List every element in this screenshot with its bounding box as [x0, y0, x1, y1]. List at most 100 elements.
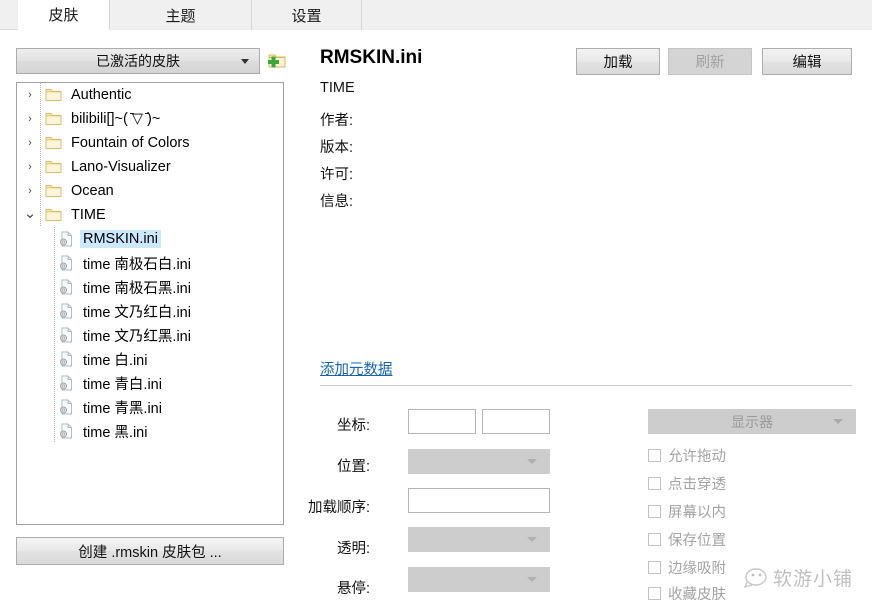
- tree-file-row[interactable]: time 文乃红黑.ini: [17, 323, 283, 347]
- edit-button[interactable]: 编辑: [762, 48, 852, 75]
- ini-file-icon: [59, 279, 74, 295]
- checkbox-keep-on-screen-label: 屏幕以内: [668, 504, 726, 521]
- display-monitor-value: 显示器: [731, 413, 773, 430]
- load-order-label: 加载顺序:: [307, 500, 370, 516]
- ini-file-icon: [59, 303, 74, 319]
- add-folder-button[interactable]: [264, 48, 290, 74]
- checkbox-snap-to-edges[interactable]: 边缘吸附: [648, 557, 726, 577]
- load-order-input[interactable]: [408, 488, 550, 513]
- skin-filter-value: 已激活的皮肤: [96, 53, 180, 69]
- tab-skins[interactable]: 皮肤: [18, 0, 110, 30]
- tree-row-label: Authentic: [71, 87, 132, 103]
- tab-themes[interactable]: 主题: [110, 0, 252, 30]
- chevron-right-icon[interactable]: ›: [23, 161, 37, 173]
- coordinate-y-input[interactable]: [482, 409, 550, 434]
- ini-file-icon: [59, 231, 74, 247]
- position-dropdown[interactable]: [408, 449, 550, 474]
- tree-file-row[interactable]: time 南极石黑.ini: [17, 275, 283, 299]
- on-hover-dropdown[interactable]: [408, 567, 550, 592]
- tab-settings[interactable]: 设置: [252, 0, 362, 30]
- tab-strip: 皮肤 主题 设置: [0, 0, 872, 30]
- skins-tree[interactable]: › Authentic › bilibili[]~( ̄▽ ̄)~ › Fountain …: [16, 82, 284, 525]
- ini-file-icon: [59, 327, 74, 343]
- coordinate-x-input[interactable]: [408, 409, 476, 434]
- chevron-down-icon: [241, 58, 249, 64]
- folder-icon: [45, 160, 62, 174]
- skins-page: 已激活的皮肤 › Authentic › bilibili[]~( ̄▽ ̄)~ › Fo…: [0, 30, 872, 603]
- tree-folder-row[interactable]: › Lano-Visualizer: [17, 155, 283, 179]
- tree-file-row[interactable]: time 青白.ini: [17, 371, 283, 395]
- ini-file-icon: [59, 399, 74, 415]
- chevron-down-icon[interactable]: ⌄: [23, 204, 37, 222]
- tree-row-label: time 青白.ini: [83, 376, 162, 393]
- tree-file-row[interactable]: time 青黑.ini: [17, 395, 283, 419]
- tree-connector: [37, 107, 45, 131]
- tree-connector: [37, 131, 45, 155]
- checkbox-box: [648, 532, 661, 546]
- tree-connector: [51, 347, 59, 371]
- folder-icon: [45, 112, 62, 126]
- chevron-right-icon[interactable]: ›: [23, 89, 37, 101]
- tree-row-label: TIME: [71, 207, 106, 223]
- checkbox-favorite-skin[interactable]: 收藏皮肤: [648, 583, 726, 603]
- chevron-right-icon[interactable]: ›: [23, 185, 37, 197]
- on-hover-label: 悬停:: [336, 581, 370, 597]
- tab-skins-label: 皮肤: [48, 7, 79, 24]
- refresh-button: 刷新: [668, 48, 752, 75]
- checkbox-box: [648, 586, 661, 600]
- folder-icon: [45, 88, 62, 102]
- tree-folder-row[interactable]: › Ocean: [17, 179, 283, 203]
- checkbox-box: [648, 476, 661, 490]
- tree-connector: [51, 275, 59, 299]
- tree-file-row[interactable]: time 南极石白.ini: [17, 251, 283, 275]
- tree-row-label: time 青黑.ini: [83, 400, 162, 417]
- skin-config-name: TIME: [320, 80, 355, 96]
- tree-row-label: time 黑.ini: [83, 424, 148, 441]
- tree-connector: [37, 83, 45, 107]
- checkbox-keep-on-screen[interactable]: 屏幕以内: [648, 501, 726, 521]
- checkbox-draggable[interactable]: 允许拖动: [648, 445, 726, 465]
- chevron-right-icon[interactable]: ›: [23, 113, 37, 125]
- folder-icon: [45, 184, 62, 198]
- tree-file-row[interactable]: time 黑.ini: [17, 419, 283, 443]
- tree-row-label: time 南极石白.ini: [83, 256, 191, 273]
- tree-row-label: time 白.ini: [83, 352, 148, 369]
- skin-details-panel: RMSKIN.ini TIME 作者: 版本: 许可: 信息: 加载 刷新 编辑…: [300, 30, 872, 586]
- create-rmskin-package-button[interactable]: 创建 .rmskin 皮肤包 ...: [16, 537, 284, 565]
- chevron-down-icon: [833, 419, 843, 424]
- create-rmskin-package-label: 创建 .rmskin 皮肤包 ...: [78, 544, 222, 561]
- load-button-label: 加载: [603, 55, 633, 71]
- checkbox-save-position[interactable]: 保存位置: [648, 529, 726, 549]
- load-button[interactable]: 加载: [576, 48, 660, 75]
- section-divider: [320, 385, 852, 386]
- ini-file-icon: [59, 351, 74, 367]
- display-monitor-dropdown[interactable]: 显示器: [648, 409, 856, 434]
- chevron-down-icon: [527, 577, 537, 582]
- transparency-dropdown[interactable]: [408, 527, 550, 552]
- tree-folder-row[interactable]: ⌄ TIME: [17, 203, 283, 227]
- tree-folder-row[interactable]: › bilibili[]~( ̄▽ ̄)~: [17, 107, 283, 131]
- skin-filter-dropdown[interactable]: 已激活的皮肤: [16, 48, 260, 74]
- coordinates-label: 坐标:: [336, 418, 370, 434]
- checkbox-click-through[interactable]: 点击穿透: [648, 473, 726, 493]
- tree-connector: [51, 323, 59, 347]
- tree-file-row[interactable]: RMSKIN.ini: [17, 227, 283, 251]
- skin-file-title: RMSKIN.ini: [320, 47, 423, 68]
- folder-icon: [45, 136, 62, 150]
- tab-strip-filler: [362, 0, 872, 30]
- refresh-button-label: 刷新: [695, 55, 725, 71]
- tree-file-row[interactable]: time 文乃红白.ini: [17, 299, 283, 323]
- folder-add-icon: [268, 54, 286, 68]
- checkbox-snap-to-edges-label: 边缘吸附: [668, 560, 726, 577]
- tree-connector: [51, 299, 59, 323]
- chevron-right-icon[interactable]: ›: [23, 137, 37, 149]
- tree-folder-row[interactable]: › Authentic: [17, 83, 283, 107]
- tree-connector: [51, 371, 59, 395]
- meta-label-version: 版本:: [320, 140, 354, 156]
- tree-row-label: RMSKIN.ini: [80, 230, 161, 248]
- ini-file-icon: [59, 255, 74, 271]
- add-metadata-link[interactable]: 添加元数据: [320, 358, 393, 379]
- checkbox-box: [648, 560, 661, 574]
- tree-folder-row[interactable]: › Fountain of Colors: [17, 131, 283, 155]
- tree-file-row[interactable]: time 白.ini: [17, 347, 283, 371]
